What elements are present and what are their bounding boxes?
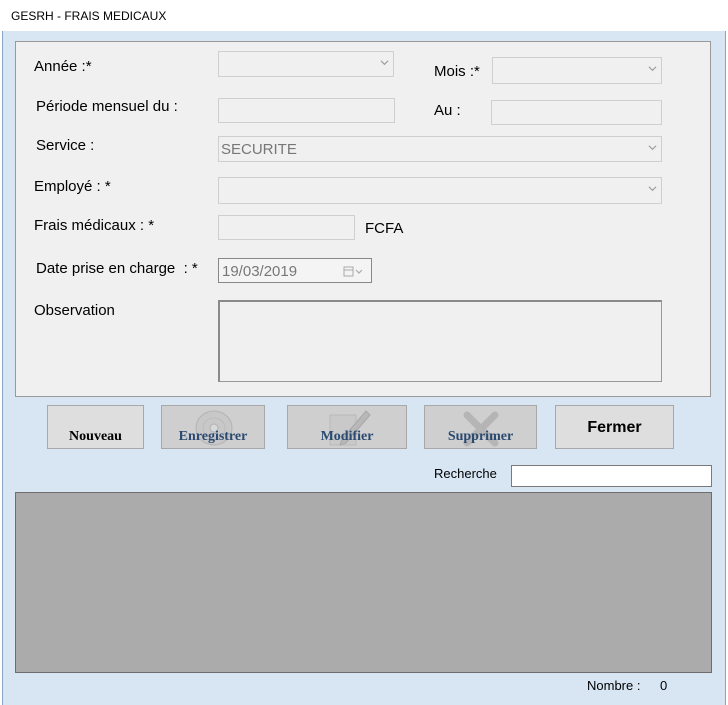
supprimer-label: Supprimer <box>447 429 514 444</box>
calendar-icon[interactable] <box>343 266 365 277</box>
service-combo[interactable]: SECURITE <box>218 136 662 162</box>
mois-combo[interactable] <box>492 57 662 84</box>
date-label: Date prise en charge : * <box>36 260 198 277</box>
count-value: 0 <box>660 678 668 693</box>
annee-label: Année :* <box>34 58 92 75</box>
search-label: Recherche <box>434 466 497 481</box>
supprimer-button[interactable]: Supprimer <box>424 405 537 449</box>
mois-label: Mois :* <box>434 63 480 80</box>
nouveau-button[interactable]: Nouveau <box>47 405 144 449</box>
au-label: Au : <box>434 102 461 119</box>
annee-combo[interactable] <box>218 51 394 77</box>
fermer-button[interactable]: Fermer <box>555 405 674 449</box>
periode-start-field[interactable] <box>218 98 395 123</box>
window-title: GESRH - FRAIS MEDICAUX <box>11 9 167 23</box>
count-label: Nombre : <box>587 678 641 693</box>
observation-textarea[interactable] <box>218 300 662 382</box>
observation-label: Observation <box>34 302 115 319</box>
chevron-down-icon <box>380 60 389 66</box>
employe-combo[interactable] <box>218 177 662 204</box>
frais-field[interactable] <box>218 215 355 240</box>
fermer-label: Fermer <box>587 419 642 436</box>
modifier-button[interactable]: Modifier <box>287 405 407 449</box>
chevron-down-icon <box>648 66 657 72</box>
nouveau-label: Nouveau <box>69 429 122 444</box>
employe-label: Employé : * <box>34 178 111 195</box>
periode-end-field[interactable] <box>491 100 662 125</box>
modifier-label: Modifier <box>320 429 374 444</box>
frais-label: Frais médicaux : * <box>34 217 155 234</box>
title-bar: GESRH - FRAIS MEDICAUX <box>0 0 728 31</box>
chevron-down-icon <box>648 145 657 151</box>
service-value: SECURITE <box>221 141 297 158</box>
search-input[interactable] <box>511 465 712 487</box>
input-panel: Année :* Mois :* Période mensuel du : Au… <box>15 41 711 397</box>
enregistrer-label: Enregistrer <box>178 429 248 444</box>
enregistrer-button[interactable]: Enregistrer <box>161 405 265 449</box>
periode-label: Période mensuel du : <box>36 98 178 115</box>
chevron-down-icon <box>648 186 657 192</box>
currency-label: FCFA <box>365 220 404 237</box>
service-label: Service : <box>36 137 95 154</box>
date-picker[interactable]: 19/03/2019 <box>218 258 372 283</box>
date-value: 19/03/2019 <box>222 263 298 280</box>
data-grid[interactable] <box>15 492 712 673</box>
